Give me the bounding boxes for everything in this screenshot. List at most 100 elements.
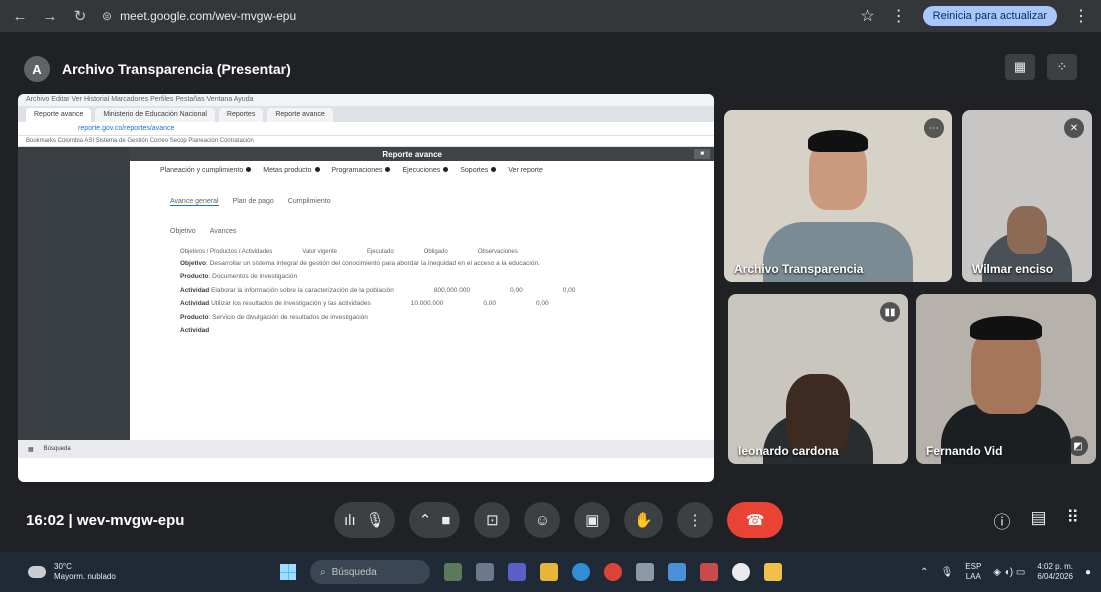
present-button[interactable]: ⊡ xyxy=(474,502,511,538)
shared-col-header: Valor vigente xyxy=(302,249,337,255)
reload-icon[interactable]: ↻ xyxy=(72,7,88,25)
show-hidden-icons[interactable]: ⌃ xyxy=(920,567,928,578)
pin-icon[interactable]: ◩ xyxy=(1068,436,1088,456)
shared-tab: Ministerio de Educación Nacional xyxy=(95,108,215,122)
windows-start-icon[interactable] xyxy=(280,564,296,580)
back-icon[interactable]: ← xyxy=(12,8,28,25)
shared-bookmarks-bar: Bookmarks Colombia ASI Sistema de Gestió… xyxy=(18,136,714,147)
shared-start-icon: ▦ xyxy=(28,446,34,453)
shared-step: Soportes xyxy=(460,167,497,174)
captions-button[interactable]: ▣ xyxy=(574,502,611,538)
tile-mic-off-icon: ✕ xyxy=(1064,118,1084,138)
shared-step: Programaciones xyxy=(332,167,391,174)
more-icon: ⋮ xyxy=(687,512,703,529)
participant-hair xyxy=(970,316,1042,340)
task-view-icon[interactable] xyxy=(476,563,494,581)
speaking-indicator-icon: ▮▮ xyxy=(880,302,900,322)
shared-step: Ejecuciones xyxy=(402,167,449,174)
audio-levels-icon: ılı xyxy=(344,511,356,529)
edge-icon[interactable] xyxy=(572,563,590,581)
store-icon[interactable] xyxy=(636,563,654,581)
address-bar[interactable]: ⊜ meet.google.com/wev-mvgw-epu xyxy=(102,9,846,23)
end-call-icon: ☎ xyxy=(745,512,765,529)
emoji-button[interactable]: ☺ xyxy=(524,502,561,538)
shared-header-label: Reporte avance xyxy=(382,149,442,159)
mic-icon[interactable]: 🎙 xyxy=(366,511,385,529)
extension-icon[interactable]: ⋮ xyxy=(891,6,907,26)
end-call-button[interactable]: ☎ xyxy=(727,502,784,538)
chevron-up-icon[interactable]: ⌃ xyxy=(419,511,432,529)
shared-menu-bar: Archivo Editar Ver Historial Marcadores … xyxy=(18,94,714,106)
participant-tile[interactable]: ▮▮ leonardo cardona xyxy=(728,294,908,464)
network-volume-battery-icons[interactable]: ◈ ◖) ▭ xyxy=(993,567,1025,578)
presentation-header: A Archivo Transparencia (Presentar) xyxy=(24,56,291,82)
shared-sidebar xyxy=(18,147,130,458)
raise-hand-button[interactable]: ✋ xyxy=(624,502,664,538)
audio-control[interactable]: ılı 🎙 xyxy=(334,502,395,538)
shared-table-row: Actividad Elaborar la información sobre … xyxy=(180,286,576,294)
taskbar-search[interactable]: ⌕ Búsqueda xyxy=(310,560,430,584)
meeting-info: 16:02 | wev-mvgw-epu xyxy=(26,512,185,529)
shared-col-header: Obligado xyxy=(423,249,448,255)
shared-table-row: Actividad Utilizar los resultados de inv… xyxy=(180,300,549,308)
weather-widget[interactable]: 30°C Mayorm. nublado xyxy=(0,562,270,582)
bookmark-star-icon[interactable]: ☆ xyxy=(860,6,874,26)
raise-hand-icon: ✋ xyxy=(634,512,654,529)
shared-subtab: Plan de pago xyxy=(232,198,274,205)
search-icon: ⌕ xyxy=(320,566,326,578)
app-icon[interactable] xyxy=(668,563,686,581)
chat-icon[interactable]: ▤ xyxy=(1030,508,1046,533)
system-tray: ⌃ 🎙 ESP LAA ◈ ◖) ▭ 4:02 p. m. 6/04/2026 … xyxy=(920,562,1091,582)
chrome-icon[interactable] xyxy=(732,563,750,581)
shared-subtab: Cumplimiento xyxy=(287,198,331,205)
participant-name: Archivo Transparencia xyxy=(734,262,864,276)
cloud-icon xyxy=(28,566,46,578)
shared-subtab: Avances xyxy=(209,228,237,235)
participant-tile[interactable]: ⋯ Archivo Transparencia xyxy=(724,110,952,282)
language-indicator[interactable]: ESP LAA xyxy=(965,562,981,581)
shared-step: Planeación y cumplimiento xyxy=(160,167,252,174)
shared-subtabs: Avance general Plan de pago Cumplimiento xyxy=(130,180,714,206)
address-text: meet.google.com/wev-mvgw-epu xyxy=(120,9,297,23)
shared-col-header: Ejecutado xyxy=(366,249,394,255)
info-icon[interactable]: ⓘ xyxy=(993,508,1010,533)
clock[interactable]: 4:02 p. m. 6/04/2026 xyxy=(1037,562,1073,582)
mic-tray-icon[interactable]: 🎙 xyxy=(941,567,954,578)
restart-to-update-button[interactable]: Reinicia para actualizar xyxy=(922,6,1057,26)
shared-table-header: Objetivos / Productos / Actividades Valo… xyxy=(130,235,714,255)
site-info-icon[interactable]: ⊜ xyxy=(102,9,112,23)
chrome-icon[interactable] xyxy=(604,563,622,581)
app-icon[interactable] xyxy=(700,563,718,581)
emoji-icon: ☺ xyxy=(534,511,551,529)
participant-face xyxy=(1007,206,1047,254)
widgets-icon[interactable] xyxy=(444,563,462,581)
participants-grid-icon[interactable]: ⁘ xyxy=(1047,54,1077,80)
participant-tile[interactable]: ◩ Fernando Vid xyxy=(916,294,1096,464)
notifications-icon[interactable]: ● xyxy=(1085,567,1091,578)
layout-icon[interactable]: ▦ xyxy=(1005,54,1035,80)
video-control[interactable]: ⌃ ■ xyxy=(408,502,461,538)
participant-hair xyxy=(808,130,868,152)
forward-icon[interactable]: → xyxy=(42,8,58,25)
browser-toolbar: ← → ↻ ⊜ meet.google.com/wev-mvgw-epu ☆ ⋮… xyxy=(0,0,1101,32)
shared-step: Metas producto xyxy=(263,167,320,174)
shared-col-header: Observaciones xyxy=(477,249,518,255)
header-actions: ▦ ⁘ xyxy=(1005,54,1077,80)
shared-taskbar: ▦ Búsqueda xyxy=(18,440,714,458)
keyboard-layout: LAA xyxy=(965,572,981,581)
taskbar-apps: ⌕ Búsqueda xyxy=(280,560,782,584)
camera-icon[interactable]: ■ xyxy=(441,512,450,529)
activities-icon[interactable]: ⠿ xyxy=(1067,508,1079,533)
folder-icon[interactable] xyxy=(764,563,782,581)
weather-desc: Mayorm. nublado xyxy=(54,572,116,581)
present-icon: ⊡ xyxy=(486,512,499,529)
tile-more-icon[interactable]: ⋯ xyxy=(924,118,944,138)
menu-icon[interactable]: ⋮ xyxy=(1073,6,1089,26)
more-options-button[interactable]: ⋮ xyxy=(677,502,714,538)
call-controls: ılı 🎙 ⌃ ■ ⊡ ☺ ▣ ✋ ⋮ ☎ xyxy=(334,502,784,538)
weather-temp: 30°C xyxy=(54,562,72,571)
file-explorer-icon[interactable] xyxy=(540,563,558,581)
participant-tile[interactable]: ✕ Wilmar enciso xyxy=(962,110,1092,282)
presenter-avatar: A xyxy=(24,56,50,82)
chat-app-icon[interactable] xyxy=(508,563,526,581)
